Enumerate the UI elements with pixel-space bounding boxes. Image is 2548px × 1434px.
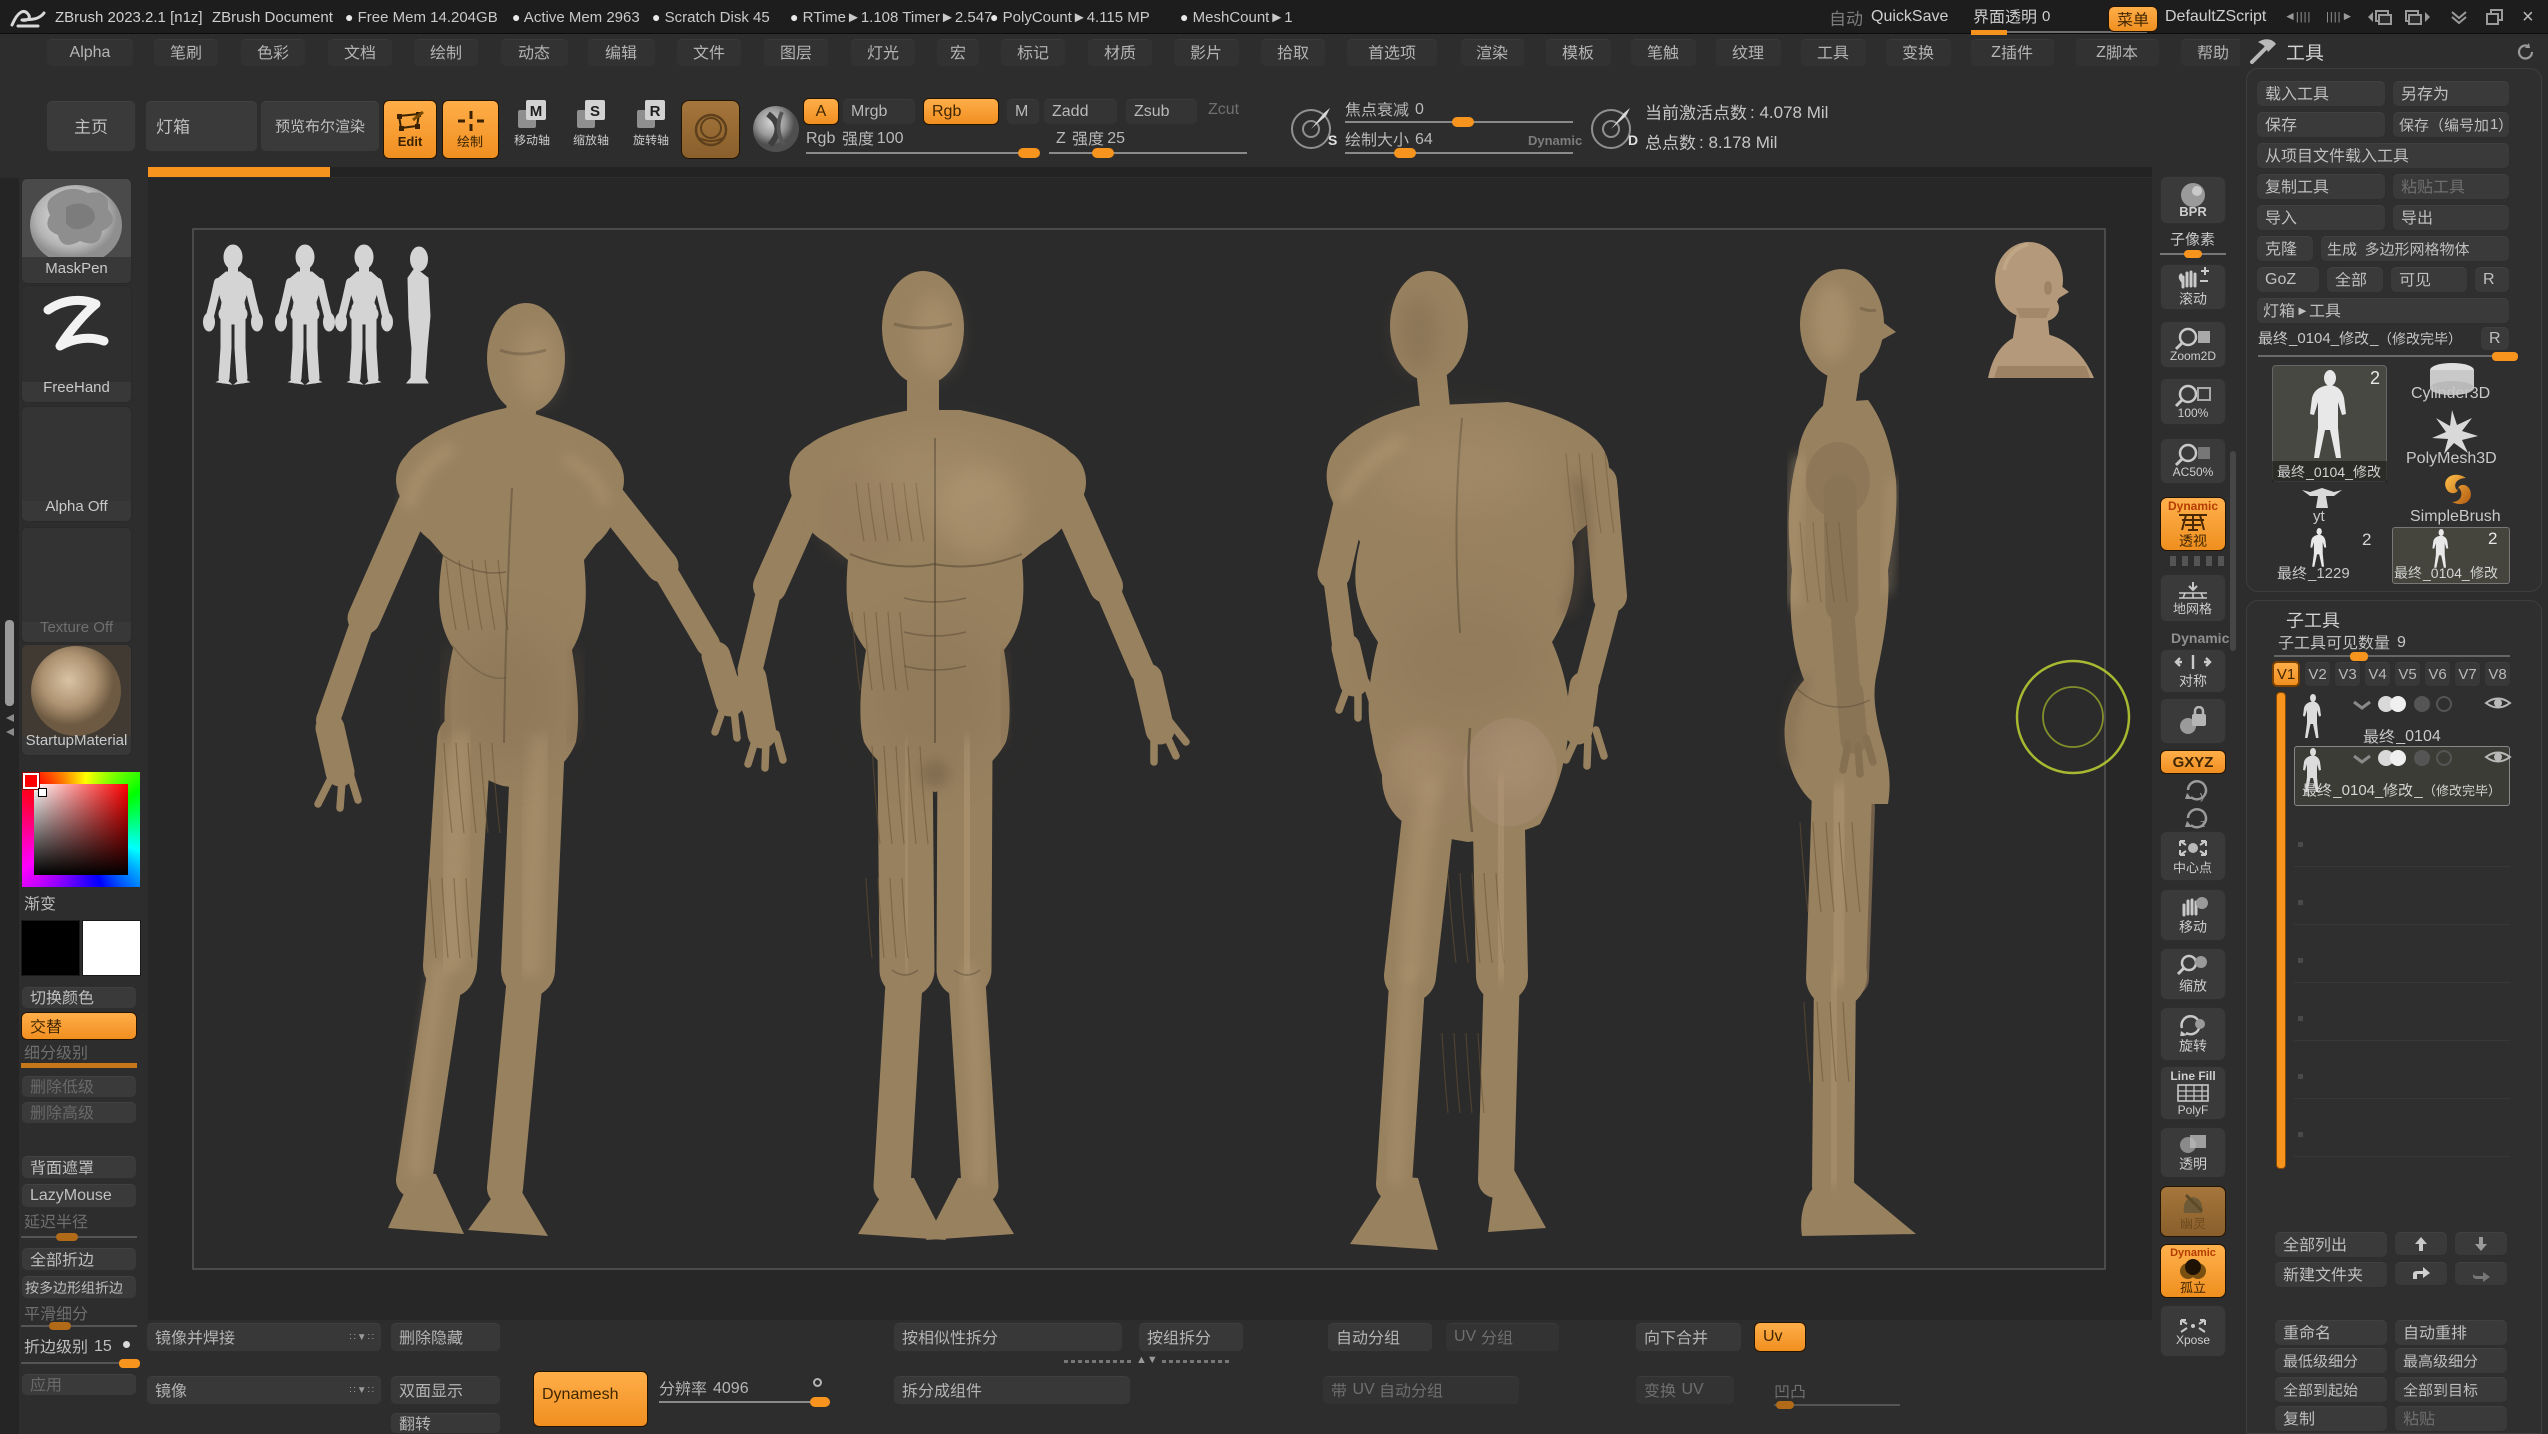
svg-text:z: z xyxy=(2200,818,2206,830)
svg-text:S: S xyxy=(1328,132,1337,148)
svg-text:D: D xyxy=(1628,132,1638,148)
svg-text:S: S xyxy=(590,103,600,120)
svg-text:y: y xyxy=(2200,790,2206,802)
svg-text:M: M xyxy=(530,103,543,120)
svg-text:R: R xyxy=(650,103,661,120)
